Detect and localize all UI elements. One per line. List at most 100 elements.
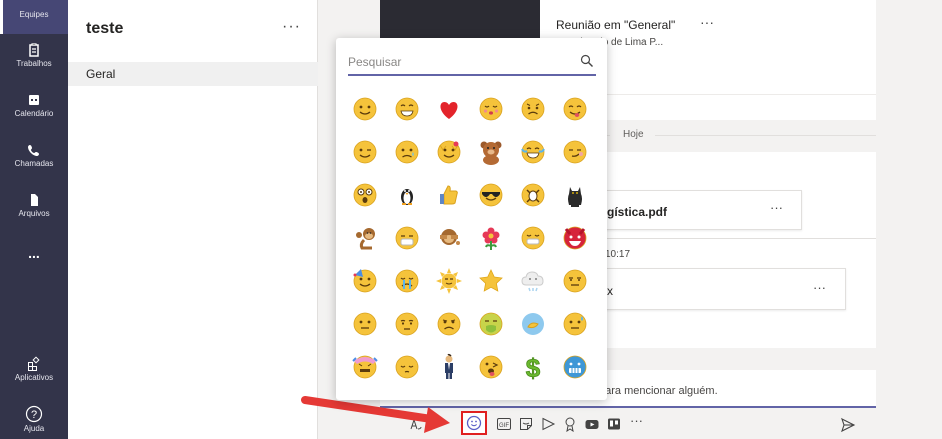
rail-calendar-label: Calendário [14, 109, 54, 118]
meeting-title: Reunião em "General" [556, 18, 676, 32]
emoji-snow-cloud[interactable] [518, 266, 548, 296]
rail-files[interactable]: Arquivos [0, 192, 68, 218]
emoji-heart[interactable] [434, 94, 464, 124]
emoji-grin[interactable] [392, 94, 422, 124]
phone-icon [28, 145, 39, 156]
emoji-wink[interactable] [350, 137, 380, 167]
emoji-flower[interactable] [476, 223, 506, 253]
channel-panel: teste ··· Geral [68, 0, 318, 439]
emoji-tongue-wink[interactable] [476, 352, 506, 382]
team-name: teste [86, 20, 124, 37]
emoji-see-no-evil[interactable] [434, 223, 464, 253]
assignments-icon [29, 43, 39, 57]
emoji-sad[interactable] [518, 94, 548, 124]
emoji-frozen[interactable] [560, 352, 590, 382]
emoji-penguin[interactable] [392, 180, 422, 210]
emoji-kiss[interactable] [476, 94, 506, 124]
rail-calendar[interactable]: Calendário [0, 92, 68, 118]
calendar-icon [29, 95, 39, 105]
channel-item-geral[interactable]: Geral [68, 62, 318, 86]
file-icon [31, 194, 38, 206]
emoji-smirk[interactable] [560, 137, 590, 167]
compose-placeholder: para mencionar alguém. [599, 385, 718, 397]
more-icon: ... [28, 245, 40, 261]
svg-text:$: $ [526, 353, 541, 382]
emoji-sleepy[interactable] [392, 352, 422, 382]
emoji-unhappy[interactable] [434, 309, 464, 339]
rail-help[interactable]: ? Ajuda [0, 405, 68, 433]
emoji-sweat-hat[interactable] [350, 352, 380, 382]
emoji-tongue[interactable] [560, 94, 590, 124]
rail-more[interactable]: ... [0, 245, 68, 261]
team-more-button[interactable]: ··· [282, 18, 301, 36]
emoji-search-input[interactable] [348, 50, 568, 74]
emoji-worried[interactable] [392, 137, 422, 167]
gif-icon[interactable]: GIF [496, 416, 512, 432]
emoji-man-suit[interactable] [434, 352, 464, 382]
help-icon: ? [25, 405, 43, 423]
stream-icon[interactable] [584, 416, 600, 432]
praise-icon[interactable] [562, 416, 578, 432]
app-rail: Equipes Trabalhos Calendário Chamadas Ar… [0, 0, 68, 439]
emoji-annoyed[interactable] [560, 266, 590, 296]
file-attachment-2[interactable] [588, 268, 846, 310]
divider [588, 238, 876, 239]
emoji-egg[interactable] [518, 180, 548, 210]
rail-apps[interactable]: Aplicativos [0, 356, 68, 382]
svg-text:?: ? [31, 409, 37, 421]
rail-teams-label: Equipes [19, 10, 49, 19]
rail-calls[interactable]: Chamadas [0, 142, 68, 168]
emoji-vomit[interactable] [476, 309, 506, 339]
svg-text:GIF: GIF [499, 423, 509, 429]
emoji-search [348, 50, 596, 76]
message-time: 10:17 [605, 249, 631, 260]
file-more-button-2[interactable]: ··· [813, 280, 826, 295]
rail-assignments-label: Trabalhos [16, 59, 52, 68]
emoji-cat[interactable] [560, 180, 590, 210]
emoji-devil[interactable] [560, 223, 590, 253]
divider [655, 135, 876, 136]
emoji-sun[interactable] [434, 266, 464, 296]
emoji-laugh-cry[interactable] [518, 137, 548, 167]
emoji-star[interactable] [476, 266, 506, 296]
emoji-cat-smile[interactable] [434, 137, 464, 167]
meeting-more-button[interactable]: ··· [700, 14, 714, 30]
emoji-thumbs-up[interactable] [434, 180, 464, 210]
rail-assignments[interactable]: Trabalhos [0, 42, 68, 68]
channel-label: Geral [86, 67, 116, 81]
emoji-shock[interactable] [350, 180, 380, 210]
search-icon[interactable] [580, 54, 594, 68]
emoji-sweat[interactable] [560, 309, 590, 339]
emoji-icon [466, 415, 482, 431]
rail-apps-label: Aplicativos [14, 373, 54, 382]
emoji-picker: $ [336, 38, 607, 400]
emoji-wave[interactable] [518, 309, 548, 339]
emoji-cool[interactable] [476, 180, 506, 210]
date-divider: Hoje [623, 129, 644, 140]
rail-calls-label: Chamadas [14, 159, 54, 168]
emoji-monkey[interactable] [350, 223, 380, 253]
rail-files-label: Arquivos [18, 209, 50, 218]
emoji-bear[interactable] [476, 137, 506, 167]
trello-icon[interactable] [606, 416, 622, 432]
file-name-2: x [607, 284, 613, 298]
meet-icon[interactable] [540, 416, 556, 432]
emoji-sick[interactable] [392, 223, 422, 253]
emoji-cry[interactable] [392, 266, 422, 296]
emoji-dollar[interactable]: $ [518, 352, 548, 382]
file-more-button[interactable]: ··· [770, 200, 783, 215]
toolbar-more-button[interactable]: ··· [630, 413, 643, 428]
format-icon[interactable] [408, 416, 424, 432]
emoji-cold[interactable] [518, 223, 548, 253]
rail-teams[interactable]: Equipes [0, 0, 68, 34]
send-icon[interactable] [840, 417, 856, 433]
file-name: gística.pdf [607, 205, 668, 219]
sticker-icon[interactable] [518, 416, 534, 432]
apps-icon [28, 356, 40, 371]
emoji-speechless[interactable] [392, 309, 422, 339]
emoji-smile[interactable] [350, 94, 380, 124]
emoji-party[interactable] [350, 266, 380, 296]
emoji-button[interactable] [461, 411, 487, 435]
emoji-neutral[interactable] [350, 309, 380, 339]
rail-help-label: Ajuda [23, 424, 45, 433]
